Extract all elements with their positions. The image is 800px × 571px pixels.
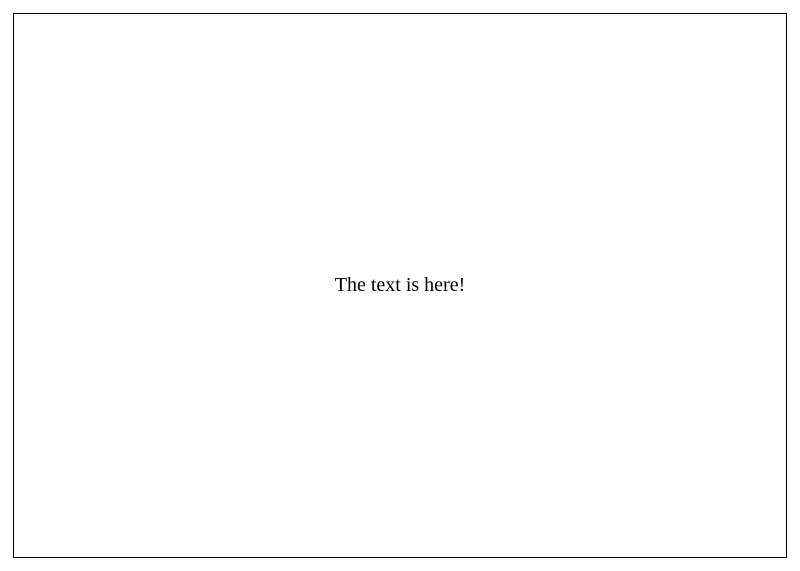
- bordered-container: The text is here!: [13, 13, 787, 558]
- center-text: The text is here!: [335, 274, 466, 297]
